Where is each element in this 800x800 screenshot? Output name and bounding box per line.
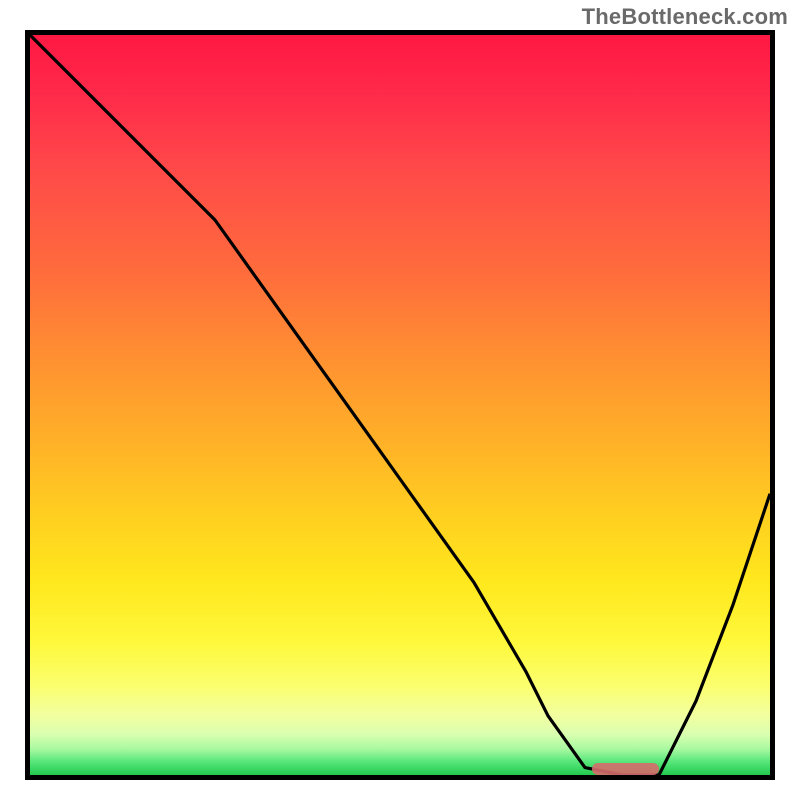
optimal-range-marker [592,763,659,775]
plot-area [25,30,775,780]
chart-frame: TheBottleneck.com [0,0,800,800]
bottleneck-curve [30,35,770,775]
curve-layer [30,35,770,775]
watermark-text: TheBottleneck.com [582,4,788,30]
